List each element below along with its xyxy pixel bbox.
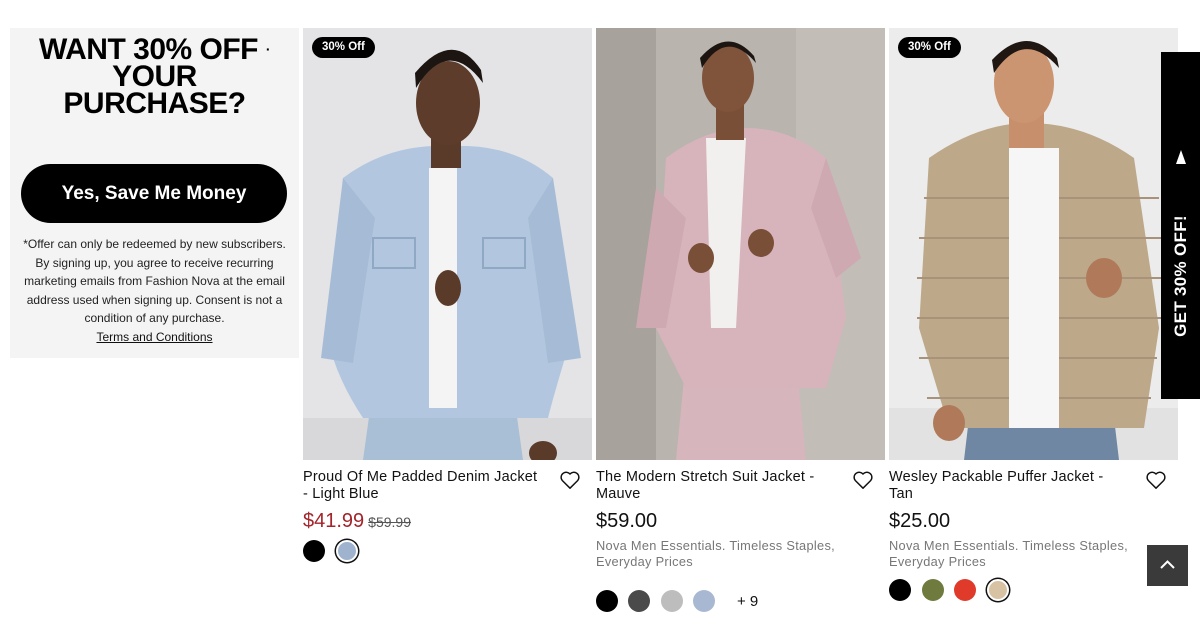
original-price: $59.99 [368,514,411,530]
fine-print-text: *Offer can only be redeemed by new subsc… [23,237,286,325]
product-tagline: Nova Men Essentials. Timeless Staples, E… [596,538,835,569]
color-swatch-red[interactable] [954,579,976,601]
back-to-top-button[interactable] [1147,545,1188,586]
product-name[interactable]: The Modern Stretch Suit Jacket - Mauve [596,469,836,502]
heart-icon[interactable] [1145,470,1167,490]
product-name[interactable]: Proud Of Me Padded Denim Jacket - Light … [303,469,543,502]
heart-icon[interactable] [852,470,874,490]
price-row: $41.99 $59.99 [303,509,411,534]
sale-price: $41.99 [303,510,365,532]
color-swatch-light-blue[interactable] [336,540,358,562]
color-swatch-gray[interactable] [661,590,683,612]
color-swatch-olive[interactable] [922,579,944,601]
price-row: $59.00 [596,509,657,533]
product-image[interactable]: 30% Off [889,28,1178,460]
side-tab-label: GET 30% OFF! [1170,215,1190,337]
color-swatch-black[interactable] [889,579,911,601]
color-swatch-blue[interactable] [693,590,715,612]
more-colors[interactable]: + 9 [737,593,758,610]
promo-panel: WANT 30% OFF · YOUR PURCHASE? Yes, Save … [10,28,299,358]
price-row: $25.00 [889,509,950,533]
discount-badge: 30% Off [898,37,961,58]
price: $25.00 [889,510,951,532]
terms-link[interactable]: Terms and Conditions [20,328,289,347]
caret-up-icon [1176,150,1186,164]
promo-fine-print: *Offer can only be redeemed by new subsc… [20,235,289,346]
discount-badge: 30% Off [312,37,375,58]
product-name[interactable]: Wesley Packable Puffer Jacket - Tan [889,469,1129,502]
save-money-button[interactable]: Yes, Save Me Money [21,164,287,223]
product-tagline: Nova Men Essentials. Timeless Staples, E… [889,538,1128,569]
heart-icon[interactable] [559,470,581,490]
price: $59.00 [596,510,658,532]
chevron-up-icon [1160,560,1175,569]
color-swatch-charcoal[interactable] [628,590,650,612]
color-swatch-black[interactable] [596,590,618,612]
color-swatch-tan[interactable] [987,579,1009,601]
get-offer-side-tab[interactable]: GET 30% OFF! [1161,52,1200,399]
promo-title: WANT 30% OFF · YOUR PURCHASE? [38,33,271,120]
product-image[interactable]: 30% Off [303,28,592,460]
color-swatch-black[interactable] [303,540,325,562]
product-image[interactable] [596,28,885,460]
